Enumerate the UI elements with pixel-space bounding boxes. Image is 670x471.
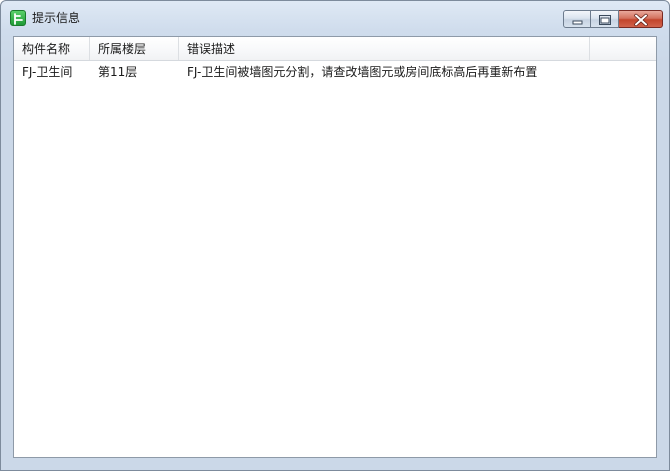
maximize-button[interactable]: [591, 10, 619, 28]
maximize-icon: [599, 15, 611, 25]
window-title: 提示信息: [32, 11, 81, 25]
column-header-error-description[interactable]: 错误描述: [179, 37, 590, 60]
message-grid[interactable]: 构件名称 所属楼层 错误描述 FJ-卫生间 第11层 FJ-卫生间被墙图元分割，…: [13, 36, 657, 458]
cell-floor: 第11层: [98, 65, 138, 79]
app-icon: [10, 10, 26, 26]
column-header-floor[interactable]: 所属楼层: [90, 37, 179, 60]
close-button[interactable]: [619, 10, 663, 28]
dialog-window: 提示信息 构件名称 所属楼层 错误描述 FJ-卫生间 第11层 FJ-卫生间被墙…: [0, 0, 670, 471]
grid-header: 构件名称 所属楼层 错误描述: [14, 37, 656, 61]
title-bar[interactable]: 提示信息: [1, 1, 669, 35]
minimize-button[interactable]: [563, 10, 591, 28]
column-header-component-name[interactable]: 构件名称: [14, 37, 90, 60]
table-row[interactable]: FJ-卫生间 第11层 FJ-卫生间被墙图元分割，请查改墙图元或房间底标高后再重…: [14, 62, 656, 82]
cell-component-name: FJ-卫生间: [22, 65, 73, 79]
minimize-icon: [572, 20, 583, 25]
cell-error-description: FJ-卫生间被墙图元分割，请查改墙图元或房间底标高后再重新布置: [187, 65, 538, 79]
close-icon: [634, 13, 648, 27]
caption-buttons: [563, 10, 663, 28]
